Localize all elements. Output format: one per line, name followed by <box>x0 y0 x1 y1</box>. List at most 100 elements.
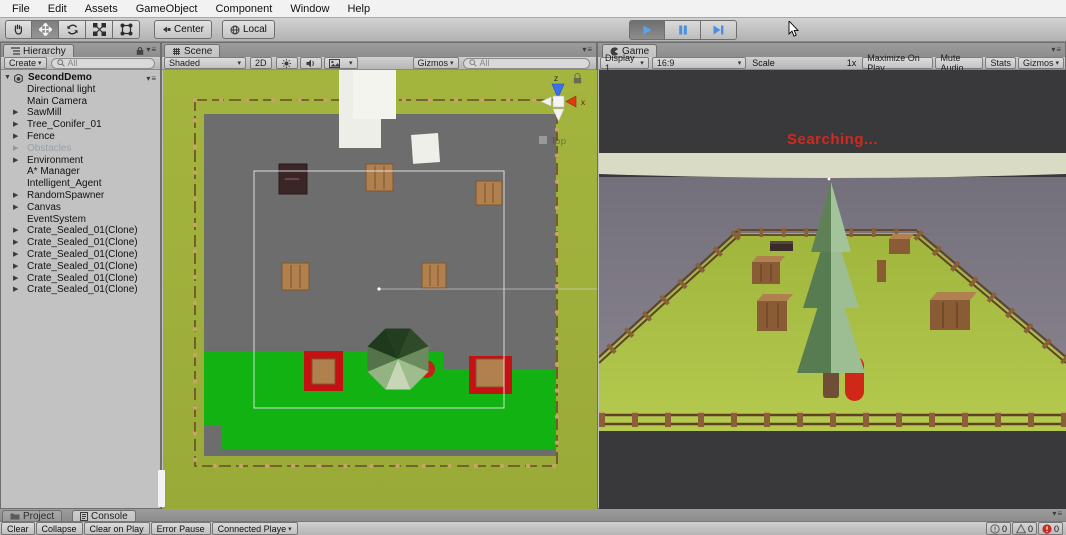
menu-gameobject[interactable]: GameObject <box>127 0 207 18</box>
hierarchy-item[interactable]: Main Camera <box>1 96 160 108</box>
gizmo-center-cube[interactable] <box>553 96 564 107</box>
foldout-icon[interactable]: ▶ <box>13 261 18 273</box>
foldout-icon[interactable]: ▶ <box>13 225 18 237</box>
menu-component[interactable]: Component <box>206 0 281 18</box>
hierarchy-item[interactable]: ▶Tree_Conifer_01 <box>1 119 160 131</box>
tab-hierarchy[interactable]: Hierarchy <box>3 44 74 57</box>
hierarchy-item-disabled[interactable]: ▶Obstacles <box>1 143 160 155</box>
console-info-filter[interactable]: 0 <box>986 522 1011 535</box>
scene-search-input[interactable]: All <box>463 58 590 69</box>
hierarchy-item[interactable]: ▶Fence <box>1 131 160 143</box>
hierarchy-item[interactable]: ▶RandomSpawner <box>1 190 160 202</box>
console-connected-player-dropdown[interactable]: Connected Playe▾ <box>212 522 298 535</box>
scene-root-row[interactable]: ▼ SecondDemo ▾≡ <box>1 72 160 84</box>
2d-toggle-button[interactable]: 2D <box>250 57 272 69</box>
foldout-icon[interactable]: ▶ <box>13 249 18 261</box>
foldout-icon[interactable]: ▶ <box>13 284 18 296</box>
pivot-icon <box>162 25 171 34</box>
tab-scene[interactable]: Scene <box>164 44 220 57</box>
maximize-on-play-button[interactable]: Maximize On Play <box>862 57 933 69</box>
scene-tree[interactable] <box>368 329 429 390</box>
foldout-icon[interactable]: ▶ <box>13 119 18 131</box>
hierarchy-item[interactable]: EventSystem <box>1 214 160 226</box>
scene-name-label: SecondDemo <box>28 72 92 84</box>
menu-file[interactable]: File <box>3 0 39 18</box>
stats-button[interactable]: Stats <box>985 57 1016 69</box>
console-clear-button[interactable]: Clear <box>1 522 35 535</box>
hierarchy-item[interactable]: ▶SawMill <box>1 107 160 119</box>
foldout-icon[interactable]: ▶ <box>13 190 18 202</box>
hierarchy-item[interactable]: A* Manager <box>1 166 160 178</box>
scene-viewport-canvas[interactable]: z x Top <box>163 70 597 509</box>
scene-edge-scrollbar[interactable] <box>158 470 165 507</box>
game-status-overlay: Searching... <box>598 131 1066 148</box>
mute-audio-button[interactable]: Mute Audio <box>935 57 983 69</box>
hierarchy-panel: Hierarchy ▾≡ Create▾ All ▼ SecondDemo ▾≡… <box>0 42 161 509</box>
menu-window[interactable]: Window <box>281 0 338 18</box>
space-local-button[interactable]: Local <box>222 20 275 39</box>
hierarchy-panel-menu-icon[interactable]: ▾≡ <box>146 45 157 54</box>
hand-tool-button[interactable] <box>5 20 32 39</box>
foldout-icon[interactable]: ▶ <box>13 143 18 155</box>
console-warning-filter[interactable]: 0 <box>1012 522 1037 535</box>
console-error-pause-button[interactable]: Error Pause <box>151 522 211 535</box>
hierarchy-item[interactable]: ▶Environment <box>1 155 160 167</box>
info-count: 0 <box>1002 524 1007 534</box>
hierarchy-item[interactable]: Directional light <box>1 84 160 96</box>
hierarchy-search-input[interactable]: All <box>51 58 155 69</box>
axis-z-label: z <box>554 74 558 83</box>
console-error-filter[interactable]: 0 <box>1038 522 1063 535</box>
foldout-icon[interactable]: ▶ <box>13 131 18 143</box>
foldout-open-icon[interactable]: ▼ <box>4 72 11 84</box>
scene-gizmos-dropdown[interactable]: Gizmos▾ <box>413 57 459 69</box>
main-toolbar: Center Local <box>0 18 1066 42</box>
display-dropdown[interactable]: Display 1▾ <box>600 57 649 69</box>
scale-tool-button[interactable] <box>86 20 113 39</box>
hierarchy-item[interactable]: ▶Crate_Sealed_01(Clone) <box>1 261 160 273</box>
shading-mode-dropdown[interactable]: Shaded▾ <box>164 57 246 69</box>
scene-lighting-button[interactable] <box>276 57 298 69</box>
console-clear-on-play-button[interactable]: Clear on Play <box>84 522 150 535</box>
hierarchy-item[interactable]: ▶Crate_Sealed_01(Clone) <box>1 225 160 237</box>
menu-edit[interactable]: Edit <box>39 0 76 18</box>
hand-icon <box>12 23 25 36</box>
tab-project[interactable]: Project <box>2 510 62 521</box>
rect-tool-button[interactable] <box>113 20 140 39</box>
chevron-down-icon: ▾ <box>349 59 353 67</box>
lock-icon[interactable] <box>136 47 144 55</box>
tab-console[interactable]: Console <box>72 510 136 521</box>
play-button[interactable] <box>629 20 665 40</box>
hierarchy-item[interactable]: ▶Crate_Sealed_01(Clone) <box>1 273 160 285</box>
pause-button[interactable] <box>665 20 701 40</box>
aspect-dropdown[interactable]: 16:9▾ <box>652 57 746 69</box>
bottom-panel-menu-icon[interactable]: ▾≡ <box>1052 509 1063 518</box>
scene-audio-button[interactable] <box>300 57 322 69</box>
foldout-icon[interactable]: ▶ <box>13 107 18 119</box>
foldout-icon[interactable]: ▶ <box>13 155 18 167</box>
game-panel-menu-icon[interactable]: ▾≡ <box>1051 45 1062 54</box>
create-button[interactable]: Create▾ <box>4 57 47 69</box>
foldout-icon[interactable]: ▶ <box>13 273 18 285</box>
hierarchy-icon <box>11 47 20 55</box>
move-tool-button[interactable] <box>32 20 59 39</box>
play-icon <box>641 24 653 36</box>
hierarchy-item[interactable]: ▶Crate_Sealed_01(Clone) <box>1 249 160 261</box>
foldout-icon[interactable]: ▶ <box>13 237 18 249</box>
speaker-icon <box>306 59 316 68</box>
game-gizmos-dropdown[interactable]: Gizmos▾ <box>1018 57 1064 69</box>
pivot-center-button[interactable]: Center <box>154 20 212 39</box>
hierarchy-item[interactable]: ▶Crate_Sealed_01(Clone) <box>1 237 160 249</box>
menu-assets[interactable]: Assets <box>76 0 127 18</box>
foldout-icon[interactable]: ▶ <box>13 202 18 214</box>
tab-scene-label: Scene <box>184 46 212 57</box>
console-toolbar: Clear Collapse Clear on Play Error Pause… <box>0 521 1066 535</box>
scene-panel-menu-icon[interactable]: ▾≡ <box>582 45 593 54</box>
scene-effects-dropdown[interactable]: ▾ <box>324 57 358 69</box>
hierarchy-item[interactable]: Intelligent_Agent <box>1 178 160 190</box>
step-button[interactable] <box>701 20 737 40</box>
rotate-tool-button[interactable] <box>59 20 86 39</box>
console-collapse-button[interactable]: Collapse <box>36 522 83 535</box>
menu-help[interactable]: Help <box>338 0 379 18</box>
hierarchy-item[interactable]: ▶Crate_Sealed_01(Clone) <box>1 284 160 296</box>
hierarchy-item[interactable]: ▶Canvas <box>1 202 160 214</box>
